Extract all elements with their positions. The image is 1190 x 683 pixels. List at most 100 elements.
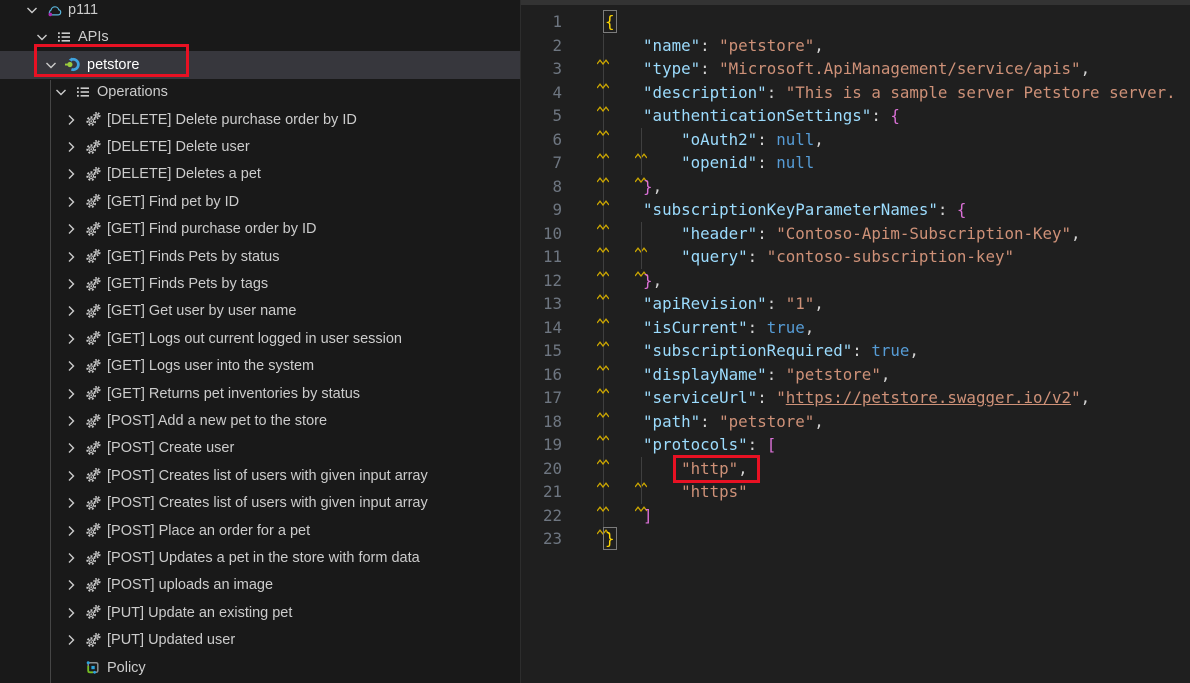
chevron-right-icon[interactable]: [63, 495, 79, 511]
code-line-11[interactable]: "query": "contoso-subscription-key": [605, 245, 1176, 269]
code-line-2[interactable]: "name": "petstore",: [605, 34, 1176, 58]
tree-item-delete-delete-user[interactable]: [DELETE] Delete user: [0, 133, 520, 161]
tree-item-delete-delete-purchase-order-by-id[interactable]: [DELETE] Delete purchase order by ID: [0, 106, 520, 134]
token-p: :: [757, 388, 776, 407]
tree-item-get-find-purchase-order-by-id[interactable]: [GET] Find purchase order by ID: [0, 215, 520, 243]
gears-icon: [85, 523, 101, 539]
token-w: [605, 506, 643, 525]
tree-item-get-finds-pets-by-tags[interactable]: [GET] Finds Pets by tags: [0, 270, 520, 298]
tree-item-put-update-an-existing-pet[interactable]: [PUT] Update an existing pet: [0, 599, 520, 627]
token-k: "apiRevision": [643, 294, 767, 313]
token-k: "query": [681, 247, 748, 266]
chevron-right-icon[interactable]: [63, 413, 79, 429]
code-line-17[interactable]: "serviceUrl": "https://petstore.swagger.…: [605, 386, 1176, 410]
line-number: 3: [521, 57, 562, 81]
chevron-down-icon[interactable]: [24, 2, 40, 18]
tree-item-post-uploads-an-image[interactable]: [POST] uploads an image: [0, 571, 520, 599]
chevron-right-icon[interactable]: [63, 550, 79, 566]
code-line-21[interactable]: "https": [605, 480, 1176, 504]
code-line-14[interactable]: "isCurrent": true,: [605, 316, 1176, 340]
chevron-down-icon[interactable]: [34, 29, 50, 45]
code-line-4[interactable]: "description": "This is a sample server …: [605, 81, 1176, 105]
tree-item-get-finds-pets-by-status[interactable]: [GET] Finds Pets by status: [0, 243, 520, 271]
token-k: "path": [643, 412, 700, 431]
tree-item-operations[interactable]: Operations: [0, 78, 520, 106]
chevron-right-icon[interactable]: [63, 523, 79, 539]
tree-item-label: [GET] Finds Pets by tags: [107, 276, 268, 292]
api-icon: [65, 57, 81, 73]
chevron-right-icon[interactable]: [63, 249, 79, 265]
chevron-right-icon[interactable]: [63, 221, 79, 237]
editor-pane[interactable]: 1234567891011121314151617181920212223 { …: [520, 0, 1190, 683]
code-line-18[interactable]: "path": "petstore",: [605, 410, 1176, 434]
tree-item-apis[interactable]: APIs: [0, 23, 520, 51]
tree-item-post-create-user[interactable]: [POST] Create user: [0, 434, 520, 462]
chevron-right-icon[interactable]: [63, 303, 79, 319]
code-line-7[interactable]: "openid": null: [605, 151, 1176, 175]
tree-item-policy[interactable]: Policy: [0, 654, 520, 682]
chevron-right-icon[interactable]: [63, 112, 79, 128]
chevron-down-icon[interactable]: [53, 84, 69, 100]
tree-item-put-updated-user[interactable]: [PUT] Updated user: [0, 626, 520, 654]
token-w: [605, 318, 643, 337]
tree-item-post-creates-list-of-users-with-given-input-array[interactable]: [POST] Creates list of users with given …: [0, 462, 520, 490]
tree-item-label: [GET] Find pet by ID: [107, 194, 239, 210]
code-line-22[interactable]: ]: [605, 504, 1176, 528]
chevron-right-icon[interactable]: [63, 358, 79, 374]
tree-item-get-logs-user-into-the-system[interactable]: [GET] Logs user into the system: [0, 352, 520, 380]
code-line-3[interactable]: "type": "Microsoft.ApiManagement/service…: [605, 57, 1176, 81]
chevron-right-icon[interactable]: [63, 194, 79, 210]
code-line-19[interactable]: "protocols": [: [605, 433, 1176, 457]
code-line-8[interactable]: },: [605, 175, 1176, 199]
tree-item-post-creates-list-of-users-with-given-input-array[interactable]: [POST] Creates list of users with given …: [0, 489, 520, 517]
chevron-right-icon[interactable]: [63, 166, 79, 182]
chevron-right-icon[interactable]: [63, 468, 79, 484]
code-line-12[interactable]: },: [605, 269, 1176, 293]
tree-item-post-add-a-new-pet-to-the-store[interactable]: [POST] Add a new pet to the store: [0, 407, 520, 435]
tree-item-get-logs-out-current-logged-in-user-session[interactable]: [GET] Logs out current logged in user se…: [0, 325, 520, 353]
code-line-15[interactable]: "subscriptionRequired": true,: [605, 339, 1176, 363]
gears-icon: [85, 468, 101, 484]
token-w: [605, 365, 643, 384]
chevron-right-icon[interactable]: [63, 276, 79, 292]
chevron-right-icon[interactable]: [63, 440, 79, 456]
token-k: "serviceUrl": [643, 388, 757, 407]
tree-item-post-place-an-order-for-a-pet[interactable]: [POST] Place an order for a pet: [0, 517, 520, 545]
code-line-23[interactable]: }: [605, 527, 1176, 551]
code-line-20[interactable]: "http",: [605, 457, 1176, 481]
chevron-down-icon[interactable]: [43, 57, 59, 73]
tree-item-delete-deletes-a-pet[interactable]: [DELETE] Deletes a pet: [0, 160, 520, 188]
chevron-right-icon[interactable]: [63, 632, 79, 648]
code-line-10[interactable]: "header": "Contoso-Apim-Subscription-Key…: [605, 222, 1176, 246]
line-number: 5: [521, 104, 562, 128]
line-number: 22: [521, 504, 562, 528]
tree-item-petstore[interactable]: petstore: [0, 51, 520, 79]
chevron-right-icon[interactable]: [63, 605, 79, 621]
token-w: [605, 435, 643, 454]
tree-item-get-find-pet-by-id[interactable]: [GET] Find pet by ID: [0, 188, 520, 216]
token-p: :: [700, 59, 719, 78]
cloud-icon: [46, 2, 62, 18]
chevron-right-icon[interactable]: [63, 386, 79, 402]
chevron-right-icon[interactable]: [63, 139, 79, 155]
tree-item-p111[interactable]: p111: [0, 0, 520, 24]
token-n: true: [767, 318, 805, 337]
token-k: "header": [681, 224, 757, 243]
code-line-5[interactable]: "authenticationSettings": {: [605, 104, 1176, 128]
token-k: "subscriptionRequired": [643, 341, 852, 360]
token-p: :: [871, 106, 890, 125]
code-line-6[interactable]: "oAuth2": null,: [605, 128, 1176, 152]
gears-icon: [85, 495, 101, 511]
code-line-9[interactable]: "subscriptionKeyParameterNames": {: [605, 198, 1176, 222]
code-line-13[interactable]: "apiRevision": "1",: [605, 292, 1176, 316]
gears-icon: [85, 605, 101, 621]
json-code-area[interactable]: { "name": "petstore", "type": "Microsoft…: [605, 10, 1176, 551]
chevron-right-icon[interactable]: [63, 577, 79, 593]
code-line-16[interactable]: "displayName": "petstore",: [605, 363, 1176, 387]
tree-item-get-returns-pet-inventories-by-status[interactable]: [GET] Returns pet inventories by status: [0, 380, 520, 408]
tree-item-get-get-user-by-user-name[interactable]: [GET] Get user by user name: [0, 297, 520, 325]
chevron-right-icon[interactable]: [63, 331, 79, 347]
token-k: "oAuth2": [681, 130, 757, 149]
code-line-1[interactable]: {: [605, 10, 1176, 34]
tree-item-post-updates-a-pet-in-the-store-with-form-data[interactable]: [POST] Updates a pet in the store with f…: [0, 544, 520, 572]
